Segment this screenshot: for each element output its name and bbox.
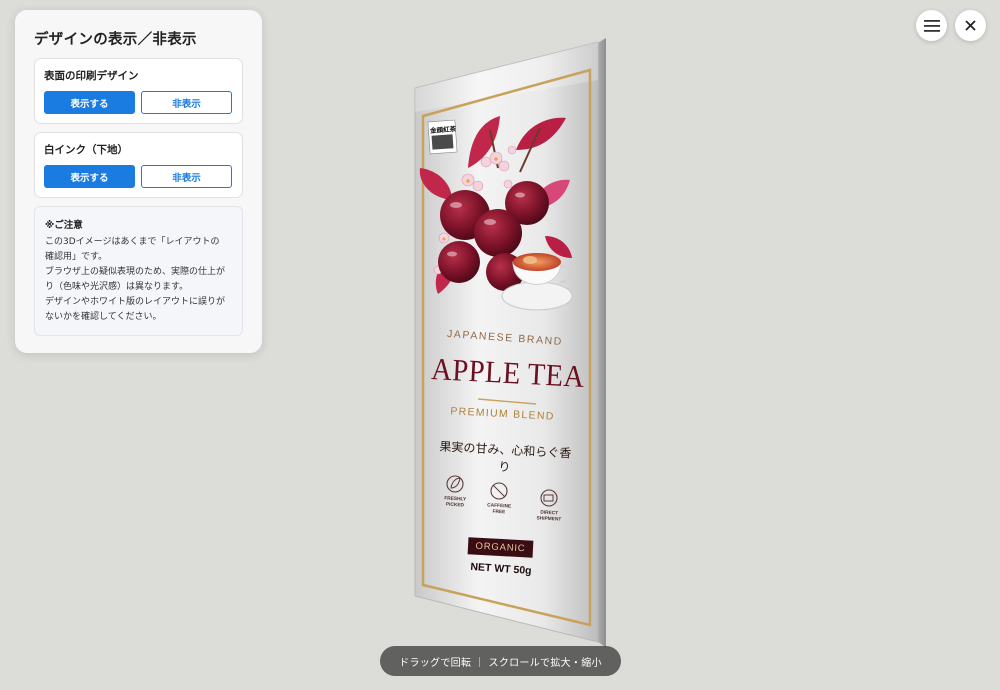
package-side xyxy=(596,38,606,648)
print-design-label: 表面の印刷デザイン xyxy=(44,70,139,82)
stamp-label: 金顔紅茶 xyxy=(429,125,457,135)
menu-button[interactable] xyxy=(916,10,947,41)
interaction-hint: ドラッグで回転 ｜ スクロールで拡大・縮小 xyxy=(380,646,621,676)
hamburger-icon xyxy=(923,19,940,32)
close-button[interactable] xyxy=(955,10,986,41)
shipment-icon xyxy=(540,489,558,507)
product-subtitle: PREMIUM BLEND xyxy=(450,405,555,423)
apple-illustration xyxy=(440,190,490,240)
feature-caffeine-free: CAFFEINE FREE xyxy=(482,503,517,517)
feature-label: PICKED xyxy=(445,502,465,509)
product-title: APPLE TEA xyxy=(430,351,586,394)
print-design-card: 表面の印刷デザイン 表示する 非表示 xyxy=(34,58,243,124)
print-design-hide-button[interactable]: 非表示 xyxy=(141,91,232,114)
feature-label: SHIPMENT xyxy=(536,516,562,523)
notice-line: デザインやホワイト版のレイアウトに誤りが xyxy=(45,297,226,307)
design-visibility-panel: デザインの表示／非表示 表面の印刷デザイン 表示する 非表示 白インク（下地） … xyxy=(15,10,262,353)
white-ink-card: 白インク（下地） 表示する 非表示 xyxy=(34,132,243,198)
white-ink-label: 白インク（下地） xyxy=(44,144,128,156)
notice-line: この3Dイメージはあくまで「レイアウトの xyxy=(45,237,220,247)
feature-direct-shipment: DIRECT SHIPMENT xyxy=(532,510,567,524)
notice-line: ないかを確認してください。 xyxy=(45,312,162,322)
print-design-show-button[interactable]: 表示する xyxy=(44,91,135,114)
white-ink-hide-button[interactable]: 非表示 xyxy=(141,165,232,188)
brand-text: JAPANESE BRAND xyxy=(446,327,564,349)
white-ink-show-button[interactable]: 表示する xyxy=(44,165,135,188)
close-icon xyxy=(965,20,976,31)
notice-title: ※ご注意 xyxy=(45,220,83,231)
panel-title: デザインの表示／非表示 xyxy=(34,32,197,48)
caffeine-free-icon xyxy=(490,482,508,500)
notice-line: ブラウザ上の疑似表現のため、実際の仕上が xyxy=(45,267,226,277)
notice-line: 確認用」です。 xyxy=(45,252,108,262)
notice-box: ※ご注意 この3Dイメージはあくまで「レイアウトの 確認用」です。 ブラウザ上の… xyxy=(34,206,243,336)
notice-line: り（色味や光沢感）は異なります。 xyxy=(45,282,189,292)
organic-badge: ORGANIC xyxy=(467,537,534,558)
product-tagline: 果実の甘み、心和らぐ香り xyxy=(439,439,572,475)
leaf-icon xyxy=(446,475,464,493)
feature-freshly-picked: FRESHLY PICKED xyxy=(438,496,473,510)
net-weight: NET WT 50g xyxy=(470,560,532,578)
teacup-illustration xyxy=(501,281,573,311)
